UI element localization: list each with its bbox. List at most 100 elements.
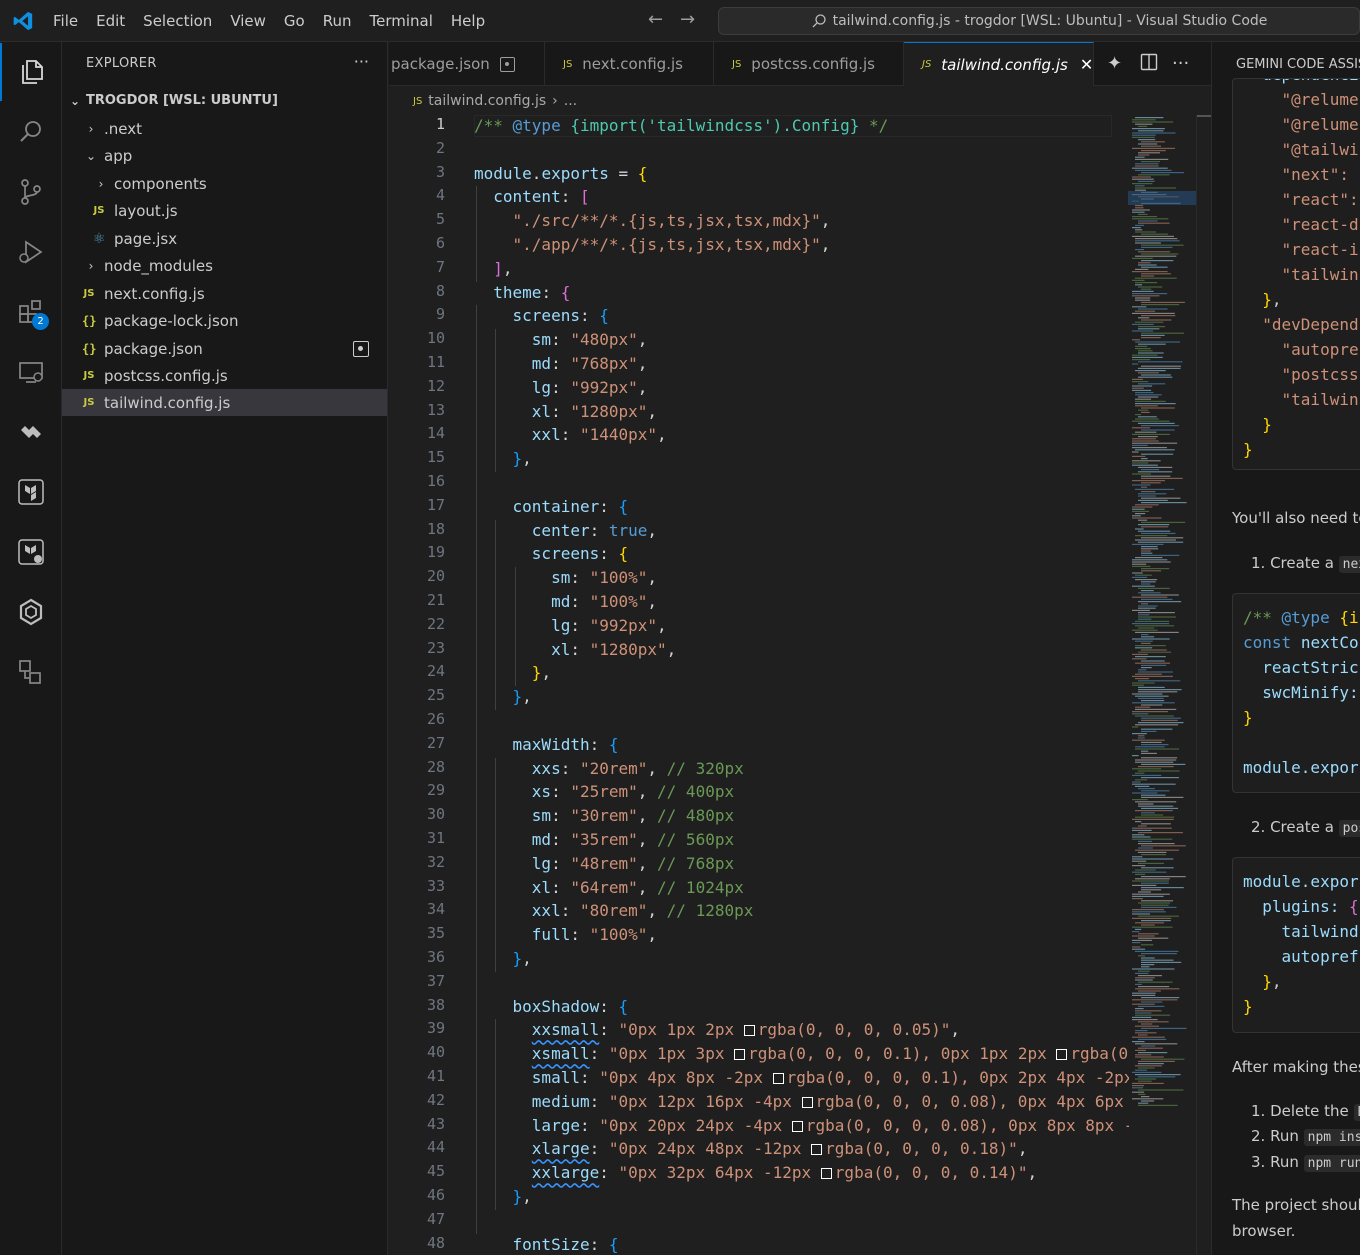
source-control-icon[interactable] — [0, 163, 62, 221]
menu-go[interactable]: Go — [275, 12, 314, 30]
code-line[interactable]: maxWidth: { — [474, 734, 619, 758]
code-line[interactable]: sm: "480px", — [474, 329, 648, 353]
code-line[interactable]: xl: "64rem", // 1024px — [474, 877, 744, 901]
minimap-slider[interactable] — [1128, 191, 1196, 205]
tree-item-package-json[interactable]: {} package.json — [62, 335, 387, 362]
code-line: "next": — [1243, 165, 1349, 184]
code-line[interactable]: boxShadow: { — [474, 996, 629, 1020]
code-line[interactable]: md: "100%", — [474, 591, 657, 615]
menu-file[interactable]: File — [44, 12, 87, 30]
containers-icon[interactable] — [0, 643, 62, 701]
minimap-line — [1132, 702, 1175, 704]
code-line[interactable]: xxl: "1440px", — [474, 424, 667, 448]
terraform-cloud-icon[interactable] — [0, 523, 62, 581]
code-line[interactable]: }, — [474, 948, 532, 972]
code-line[interactable]: xxl: "80rem", // 1280px — [474, 900, 754, 924]
step-item: 3. Run npm run — [1251, 1153, 1360, 1172]
tree-item-layout-js[interactable]: JS layout.js — [62, 197, 387, 224]
code-line[interactable]: md: "768px", — [474, 353, 648, 377]
tree-item-page-jsx[interactable]: ⚛ page.jsx — [62, 225, 387, 252]
code-line[interactable]: xxsmall: "0px 1px 2px rgba(0, 0, 0, 0.05… — [474, 1019, 960, 1043]
breadcrumb-symbol[interactable]: ... — [564, 93, 577, 109]
tree-item-postcss-config[interactable]: JS postcss.config.js — [62, 362, 387, 389]
gemini-icon[interactable] — [0, 403, 62, 461]
hexagon-icon[interactable] — [0, 583, 62, 641]
code-line[interactable]: /** @type {import('tailwindcss').Config}… — [474, 115, 888, 139]
editor-scrollbar[interactable] — [1196, 115, 1211, 1255]
code-editor[interactable]: 1 2 3 4 5 6 7 8 9 10 11 12 13 14 15 16 17 18 19 20 21 22 23 24 2… — [389, 115, 1211, 1255]
files-icon[interactable] — [0, 43, 62, 101]
remote-explorer-icon[interactable] — [0, 343, 62, 401]
menu-edit[interactable]: Edit — [87, 12, 134, 30]
menu-selection[interactable]: Selection — [134, 12, 221, 30]
minimap-line — [1132, 565, 1151, 567]
split-editor-icon[interactable] — [1140, 53, 1158, 76]
code-lines[interactable]: /** @type {import('tailwindcss').Config}… — [474, 115, 1129, 1255]
workspace-root[interactable]: ⌄ TROGDOR [WSL: UBUNTU] — [62, 87, 387, 114]
more-actions-icon[interactable]: ··· — [354, 52, 369, 71]
code-line[interactable]: }, — [474, 686, 532, 710]
minimap[interactable] — [1122, 115, 1196, 1115]
code-line[interactable]: }, — [474, 1186, 532, 1210]
tab-postcss-config[interactable]: JS postcss.config.js — [714, 42, 904, 86]
breadcrumb-file[interactable]: tailwind.config.js — [428, 93, 546, 109]
menu-run[interactable]: Run — [314, 12, 361, 30]
code-line[interactable]: center: true, — [474, 520, 657, 544]
code-line[interactable]: ], — [474, 258, 512, 282]
arrow-left-icon[interactable]: ← — [648, 9, 663, 30]
menu-view[interactable]: View — [221, 12, 275, 30]
tree-item-package-lock[interactable]: {} package-lock.json — [62, 307, 387, 334]
minimap-line — [1132, 235, 1174, 237]
code-line[interactable]: "./src/**/*.{js,ts,jsx,tsx,mdx}", — [474, 210, 831, 234]
code-line[interactable]: medium: "0px 12px 16px -4px rgba(0, 0, 0… — [474, 1091, 1129, 1115]
code-line[interactable]: lg: "992px", — [474, 377, 648, 401]
code-line[interactable]: fontSize: { — [474, 1234, 619, 1255]
command-center[interactable]: tailwind.config.js - trogdor [WSL: Ubunt… — [718, 7, 1360, 35]
tree-item-tailwind-config[interactable]: JS tailwind.config.js — [62, 389, 387, 416]
code-line[interactable]: small: "0px 4px 8px -2px rgba(0, 0, 0, 0… — [474, 1067, 1129, 1091]
run-debug-icon[interactable] — [0, 223, 62, 281]
code-line[interactable]: sm: "30rem", // 480px — [474, 805, 734, 829]
code-line[interactable]: xlarge: "0px 24px 48px -12px rgba(0, 0, … — [474, 1138, 1028, 1162]
code-line[interactable]: md: "35rem", // 560px — [474, 829, 734, 853]
tree-item-node-modules[interactable]: › node_modules — [62, 252, 387, 279]
code-line[interactable]: screens: { — [474, 543, 628, 567]
tree-item-app[interactable]: ⌄ app — [62, 142, 387, 169]
extensions-icon[interactable]: 2 — [0, 283, 62, 341]
code-line[interactable]: sm: "100%", — [474, 567, 657, 591]
tab-tailwind-config[interactable]: JS tailwind.config.js ✕ — [904, 42, 1094, 86]
code-line[interactable]: }, — [474, 662, 551, 686]
tab-next-config[interactable]: JS next.config.js — [545, 42, 714, 86]
tree-item-next[interactable]: › .next — [62, 115, 387, 142]
code-line[interactable]: full: "100%", — [474, 924, 657, 948]
tree-item-components[interactable]: › components — [62, 170, 387, 197]
close-icon[interactable]: ✕ — [1080, 55, 1093, 74]
tab-package-json[interactable]: package.json — [389, 42, 545, 86]
tree-item-next-config[interactable]: JS next.config.js — [62, 280, 387, 307]
code-line[interactable]: xl: "1280px", — [474, 639, 676, 663]
code-line[interactable]: xl: "1280px", — [474, 401, 657, 425]
search-icon[interactable] — [0, 103, 62, 161]
code-line[interactable]: screens: { — [474, 305, 609, 329]
code-line[interactable]: container: { — [474, 496, 629, 520]
code-line[interactable]: lg: "48rem", // 768px — [474, 853, 734, 877]
minimap-line — [1135, 117, 1164, 119]
code-line[interactable]: xxs: "20rem", // 320px — [474, 758, 744, 782]
code-line[interactable]: }, — [474, 448, 532, 472]
code-line[interactable]: xsmall: "0px 1px 3px rgba(0, 0, 0, 0.1),… — [474, 1043, 1129, 1067]
minimap-line — [1135, 488, 1175, 490]
code-line[interactable]: content: [ — [474, 186, 589, 210]
sparkle-icon[interactable]: ✦ — [1107, 53, 1122, 74]
code-line[interactable]: theme: { — [474, 282, 570, 306]
code-line[interactable]: xs: "25rem", // 400px — [474, 781, 734, 805]
more-actions-icon[interactable]: ··· — [1172, 53, 1189, 74]
menu-terminal[interactable]: Terminal — [361, 12, 442, 30]
menu-help[interactable]: Help — [442, 12, 494, 30]
arrow-right-icon[interactable]: → — [680, 9, 695, 30]
terraform-icon[interactable] — [0, 463, 62, 521]
code-line[interactable]: lg: "992px", — [474, 615, 667, 639]
code-line[interactable]: large: "0px 20px 24px -4px rgba(0, 0, 0,… — [474, 1115, 1129, 1139]
code-line[interactable]: "./app/**/*.{js,ts,jsx,tsx,mdx}", — [474, 234, 831, 258]
code-line[interactable]: xxlarge: "0px 32px 64px -12px rgba(0, 0,… — [474, 1162, 1037, 1186]
code-line[interactable]: module.exports = { — [474, 163, 647, 187]
